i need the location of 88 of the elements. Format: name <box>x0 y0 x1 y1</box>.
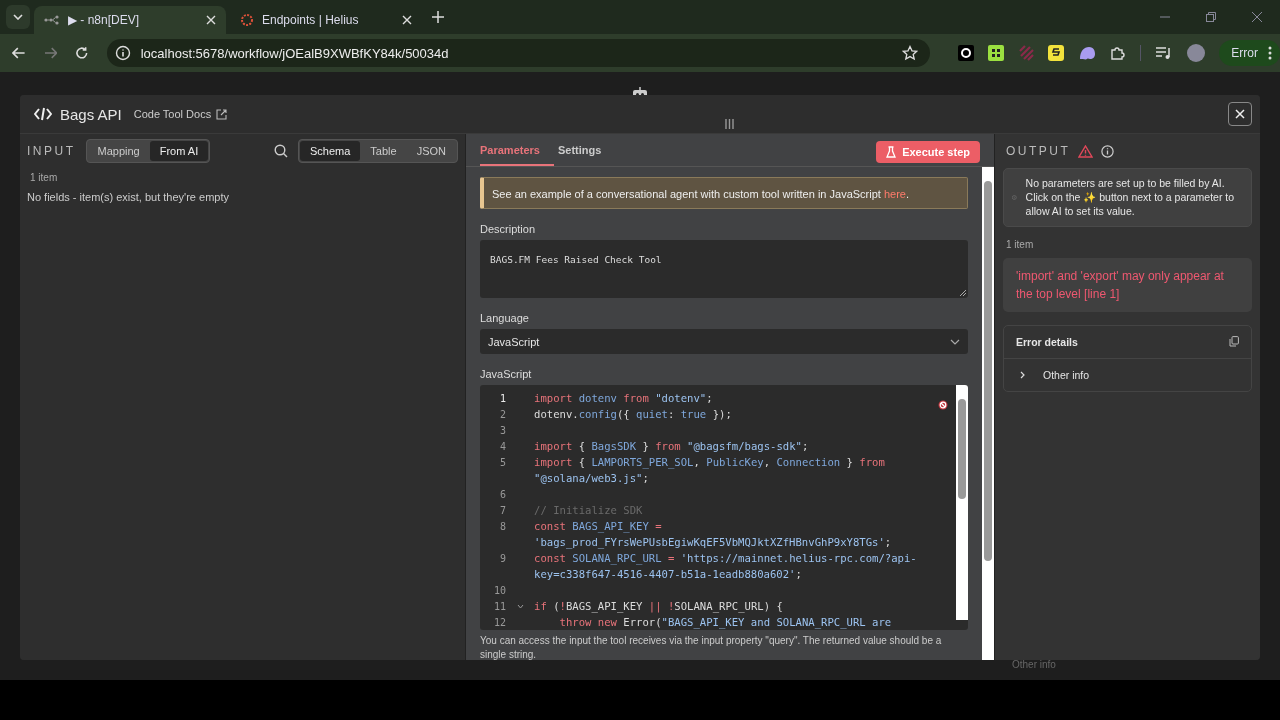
mode-tab[interactable]: Mapping <box>87 141 150 161</box>
close-button[interactable] <box>1228 102 1252 126</box>
code-line: dotenv.config({ quiet: true }); <box>534 408 732 420</box>
scrollbar[interactable] <box>982 167 994 660</box>
info-icon[interactable] <box>1101 144 1115 158</box>
caret-icon <box>13 14 23 20</box>
forward-icon[interactable] <box>43 47 58 59</box>
mode-tab[interactable]: From AI <box>149 141 209 161</box>
extension-icon[interactable] <box>1048 45 1065 61</box>
profile-status-button[interactable]: Error <box>1219 40 1280 66</box>
line-number: 9 <box>498 552 506 564</box>
code-line: key=c338f647-4516-4407-b51a-1eadb880a602'; <box>534 568 802 580</box>
reload-icon[interactable] <box>75 46 89 60</box>
search-icon[interactable] <box>274 144 288 158</box>
field-label: JavaScript <box>480 368 533 380</box>
line-number: 4 <box>498 440 506 452</box>
ring-icon <box>240 13 254 27</box>
error-message: 'import' and 'export' may only appear at the top level [line 1] <box>1003 257 1252 312</box>
extension-icon[interactable] <box>958 45 975 61</box>
info-icon[interactable] <box>114 45 131 61</box>
input-heading: INPUT <box>27 144 76 158</box>
tab-search-button[interactable] <box>6 5 30 29</box>
workflow-icon <box>44 15 60 25</box>
flask-icon <box>886 146 897 158</box>
puzzle-icon[interactable] <box>1110 45 1127 61</box>
external-link-icon <box>216 108 228 120</box>
ghost-icon[interactable] <box>1078 46 1097 60</box>
line-number: 11 <box>492 600 506 612</box>
restore-icon[interactable] <box>1206 12 1216 22</box>
browser-tab[interactable]: ▶ - n8n[DEV] <box>34 6 226 34</box>
node-title: Bags API <box>60 105 122 123</box>
line-number: 7 <box>498 504 506 516</box>
extension-icon[interactable] <box>988 45 1005 61</box>
panel-tab[interactable]: Settings <box>557 144 616 166</box>
code-line: const BAGS_API_KEY = <box>534 520 662 532</box>
item-count: 1 item <box>1006 238 1035 250</box>
code-line: import dotenv from "dotenv"; <box>534 392 713 404</box>
view-tab[interactable]: Schema <box>300 141 361 161</box>
more-icon <box>1268 46 1272 60</box>
language-select[interactable]: JavaScript <box>480 329 968 354</box>
code-line: const SOLANA_RPC_URL = 'https://mainnet.helius-rpc.com/?api- <box>534 552 917 564</box>
code-icon <box>34 107 52 121</box>
view-tab[interactable]: JSON <box>406 141 456 161</box>
code-line: "@solana/web3.js"; <box>534 472 649 484</box>
code-line: if (!BAGS_API_KEY || !SOLANA_RPC_URL) { <box>534 600 783 612</box>
error-icon <box>938 400 948 410</box>
line-number: 1 <box>498 392 506 404</box>
close-icon <box>1235 109 1245 119</box>
drag-handle-icon[interactable] <box>725 119 734 129</box>
background-text: Other info <box>1012 659 1056 670</box>
code-editor[interactable] <box>480 385 968 630</box>
chevron-icon <box>950 338 960 345</box>
profile-avatar[interactable] <box>1187 44 1206 62</box>
notice-text: See an example of a conversational agent with custom tool written in JavaScript here. <box>492 188 910 200</box>
browser-tab[interactable]: Endpoints | Helius <box>230 6 422 34</box>
output-heading: OUTPUT <box>1006 144 1071 158</box>
docs-link[interactable]: Code Tool Docs <box>133 108 228 120</box>
line-number: 6 <box>498 488 506 500</box>
field-label: Language <box>480 312 530 324</box>
line-number: 12 <box>492 616 506 628</box>
hint-text: You can access the input the tool receives via the input property "query". The returned value should be a single string. <box>480 634 943 660</box>
code-line: throw new Error("BAGS_API_KEY and SOLANA_RPC_URL are <box>558 616 892 628</box>
new-tab-icon[interactable] <box>432 11 444 23</box>
code-line: 'bags_prod_FYrsWePUsbEgiwKqEF5VbMQJktXZfHBnvGhP9xY8TGs'; <box>534 536 892 548</box>
details-title: Error details <box>1016 335 1078 348</box>
ai-notice-text: No parameters are set up to be filled by AI. Click on the ✨ button next to a parameter to allow AI to set its value. <box>1025 176 1236 219</box>
description-field[interactable]: BAGS.FM Fees Raised Check Tool <box>480 240 968 298</box>
view-tab[interactable]: Table <box>360 141 407 161</box>
field-label: Description <box>480 223 537 235</box>
line-number: 3 <box>498 424 506 436</box>
code-line: import { BagsSDK } from "@bagsfm/bags-sdk"; <box>534 440 809 452</box>
code-line: import { LAMPORTS_PER_SOL, PublicKey, Connection } from <box>534 456 885 468</box>
resize-icon[interactable] <box>960 290 966 296</box>
copy-icon[interactable] <box>1229 336 1239 347</box>
line-number: 10 <box>492 584 506 596</box>
line-number: 8 <box>498 520 506 532</box>
star-icon[interactable] <box>902 45 919 61</box>
scrollbar[interactable] <box>956 385 968 620</box>
empty-message: No fields - item(s) exist, but they're empty <box>27 191 230 203</box>
details-row[interactable]: Other info <box>1004 358 1251 391</box>
line-number: 5 <box>498 456 506 468</box>
item-count: 1 item <box>30 172 59 183</box>
line-number: 2 <box>498 408 506 420</box>
back-icon[interactable] <box>12 47 26 59</box>
code-line: // Initialize SDK <box>534 504 643 516</box>
url-text: localhost:5678/workflow/jOEalB9XWBfKY84k/50034d <box>140 45 450 61</box>
address-bar[interactable]: localhost:5678/workflow/jOEalB9XWBfKY84k/50034d <box>106 39 931 67</box>
fold-icon[interactable] <box>516 603 524 609</box>
